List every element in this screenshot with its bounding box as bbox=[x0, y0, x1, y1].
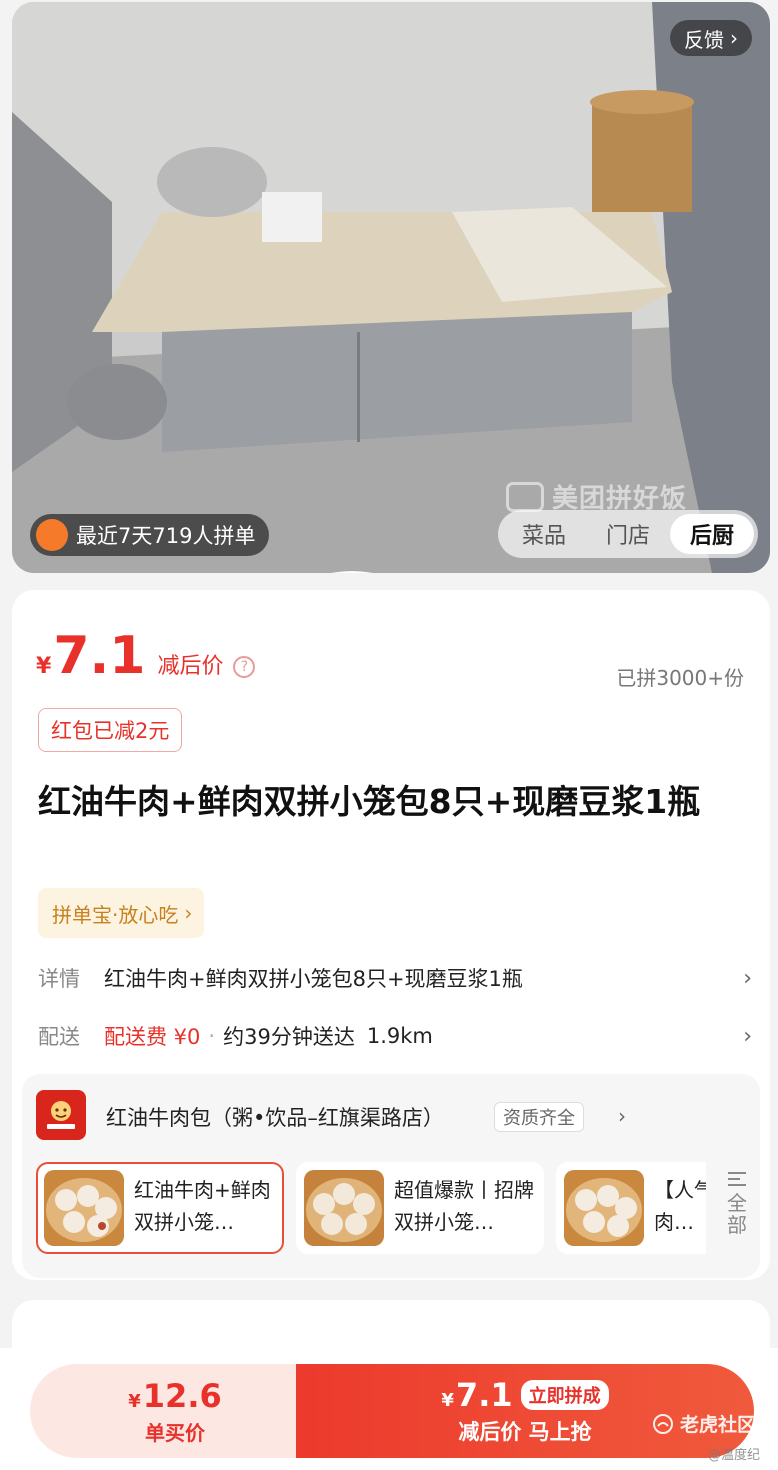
dish-card[interactable]: 超值爆款丨招牌双拼小笼… bbox=[296, 1162, 544, 1254]
details-row[interactable]: 详情 红油牛肉+鲜肉双拼小笼包8只+现磨豆浆1瓶 › bbox=[38, 958, 752, 998]
details-value: 红油牛肉+鲜肉双拼小笼包8只+现磨豆浆1瓶 bbox=[104, 967, 523, 991]
chevron-right-icon[interactable]: › bbox=[618, 1104, 626, 1128]
question-icon[interactable]: ? bbox=[233, 656, 256, 678]
recent-orders-pill: 最近7天719人拼单 bbox=[30, 514, 373, 573]
feedback-label: 反馈 bbox=[684, 27, 724, 52]
dish-name: 红油牛肉+鲜肉双拼小笼… bbox=[134, 1178, 271, 1234]
group-price-label: 减后价 马上抢 bbox=[458, 1420, 592, 1444]
chevron-right-icon: › bbox=[184, 901, 193, 925]
sold-count: 已拼3000+份 bbox=[616, 666, 744, 690]
dish-name: 【人气】红油牛肉… bbox=[654, 1178, 706, 1234]
delivery-key: 配送 bbox=[38, 1025, 80, 1049]
tab-store[interactable]: 门店 bbox=[586, 514, 670, 554]
shop-section: 红油牛肉包（粥•饮品–红旗渠路店） 资质齐全 › 红油牛肉+鲜肉双拼小笼… 超值… bbox=[22, 1074, 760, 1278]
tiger-logo-icon bbox=[653, 1413, 673, 1434]
dish-name: 超值爆款丨招牌双拼小笼… bbox=[394, 1178, 534, 1234]
dish-image bbox=[304, 1170, 384, 1246]
single-price-label: 单买价 bbox=[145, 1420, 205, 1445]
view-all-label: 全 bbox=[727, 1191, 747, 1215]
community-watermark: 老虎社区 bbox=[652, 1410, 756, 1437]
qualification-badge[interactable]: 资质齐全 bbox=[494, 1102, 584, 1132]
guarantee-badge[interactable]: 拼单宝·放心吃 › bbox=[38, 888, 205, 938]
view-all-label: 部 bbox=[727, 1213, 747, 1237]
photo-category-tabs: 菜品 门店 后厨 bbox=[498, 510, 758, 558]
single-price: ¥12.6 bbox=[128, 1376, 222, 1415]
delivery-distance: 1.9km bbox=[366, 1024, 433, 1048]
chevron-right-icon: › bbox=[730, 26, 738, 50]
product-card: ¥ 7.1 减后价 ? 已拼3000+份 红包已减2元 红油牛肉+鲜肉双拼小笼包… bbox=[12, 590, 770, 1280]
dish-card[interactable]: 【人气】红油牛肉… bbox=[556, 1162, 706, 1254]
product-title: 红油牛肉+鲜肉双拼小笼包8只+现磨豆浆1瓶 bbox=[38, 782, 701, 821]
dish-carousel: 红油牛肉+鲜肉双拼小笼… 超值爆款丨招牌双拼小笼… 【人气】红油牛肉… bbox=[36, 1162, 706, 1256]
tab-kitchen[interactable]: 后厨 bbox=[670, 514, 754, 554]
currency-symbol: ¥ bbox=[36, 654, 52, 679]
details-key: 详情 bbox=[38, 967, 80, 991]
instant-group-tag: 立即拼成 bbox=[520, 1380, 609, 1410]
feedback-button[interactable]: 反馈 › bbox=[670, 20, 752, 56]
view-all-button[interactable]: 全 部 bbox=[722, 1170, 752, 1236]
separator-dot: · bbox=[208, 1024, 216, 1048]
user-handle-watermark: @温度纪 bbox=[708, 1448, 761, 1463]
dish-image bbox=[44, 1170, 124, 1246]
discounted-price: 7.1 bbox=[53, 626, 146, 686]
price-label: 减后价 bbox=[157, 654, 224, 679]
brand-logo-icon bbox=[506, 481, 544, 512]
delivery-row[interactable]: 配送 配送费 ¥0 · 约39分钟送达 1.9km › bbox=[38, 1016, 752, 1056]
chevron-right-icon: › bbox=[743, 965, 752, 991]
guarantee-text: 拼单宝·放心吃 bbox=[52, 902, 179, 927]
list-icon bbox=[727, 1170, 747, 1192]
tab-dishes[interactable]: 菜品 bbox=[502, 514, 586, 554]
bottom-action-bar: ¥12.6 单买价 ¥7.1 立即拼成 减后价 马上抢 bbox=[0, 1348, 778, 1470]
coupon-badge: 红包已减2元 bbox=[38, 708, 183, 752]
user-group-icon bbox=[36, 519, 373, 573]
delivery-time: 约39分钟送达 bbox=[223, 1025, 355, 1049]
dish-card[interactable]: 红油牛肉+鲜肉双拼小笼… bbox=[36, 1162, 284, 1254]
shop-name[interactable]: 红油牛肉包（粥•饮品–红旗渠路店） bbox=[106, 1102, 444, 1132]
price-row: ¥ 7.1 减后价 ? bbox=[36, 626, 256, 686]
shop-logo[interactable] bbox=[36, 1090, 86, 1140]
hero-image[interactable]: 反馈 › 美团拼好饭 最近7天719人拼单 菜品 门店 后厨 bbox=[12, 2, 770, 573]
chevron-right-icon: › bbox=[743, 1023, 752, 1049]
group-price: ¥7.1 bbox=[441, 1376, 513, 1414]
single-buy-button[interactable]: ¥12.6 单买价 bbox=[30, 1364, 320, 1458]
delivery-fee: 配送费 ¥0 bbox=[104, 1025, 201, 1049]
dish-image bbox=[564, 1170, 644, 1246]
